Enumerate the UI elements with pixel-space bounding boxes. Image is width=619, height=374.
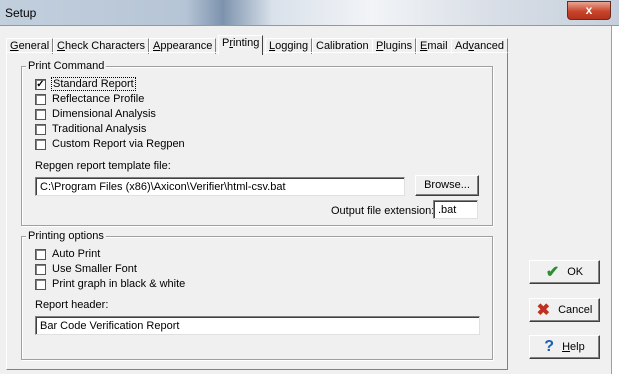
window-edge xyxy=(612,26,619,374)
x-icon: ✖ xyxy=(536,302,551,319)
browse-button[interactable]: Browse... xyxy=(415,175,479,196)
dimensional-analysis-label: Dimensional Analysis xyxy=(52,108,156,120)
cancel-button[interactable]: ✖ Cancel xyxy=(529,298,600,322)
print-command-group: Print Command ✓ Standard Report Reflecta… xyxy=(21,60,493,226)
smaller-font-checkbox[interactable] xyxy=(35,263,46,275)
ok-button[interactable]: ✔ OK xyxy=(529,260,600,284)
auto-print-label: Auto Print xyxy=(52,248,101,260)
window-title: Setup xyxy=(5,6,37,20)
report-header-input[interactable]: Bar Code Verification Report xyxy=(35,316,480,335)
standard-report-label: Standard Report xyxy=(51,77,136,91)
smaller-font-option[interactable]: Use Smaller Font xyxy=(35,262,137,276)
print-command-label: Print Command xyxy=(26,60,107,72)
tab-printing[interactable]: Printing xyxy=(218,35,264,55)
auto-print-option[interactable]: Auto Print xyxy=(35,247,100,261)
dimensional-analysis-checkbox[interactable] xyxy=(35,108,46,120)
reflectance-profile-option[interactable]: Reflectance Profile xyxy=(35,92,144,106)
auto-print-checkbox[interactable] xyxy=(35,248,46,260)
traditional-analysis-checkbox[interactable] xyxy=(35,123,46,135)
close-icon: x xyxy=(585,3,593,17)
help-label: Help xyxy=(562,341,585,353)
extension-label: Output file extension: xyxy=(331,205,435,217)
standard-report-checkbox[interactable]: ✓ xyxy=(35,78,46,90)
custom-report-option[interactable]: Custom Report via Regpen xyxy=(35,137,185,151)
reflectance-profile-checkbox[interactable] xyxy=(35,93,46,105)
template-file-label: Repgen report template file: xyxy=(35,160,171,172)
traditional-analysis-option[interactable]: Traditional Analysis xyxy=(35,122,146,136)
printing-options-label: Printing options xyxy=(26,230,106,242)
black-white-option[interactable]: Print graph in black & white xyxy=(35,277,185,291)
ok-label: OK xyxy=(567,266,584,278)
extension-input[interactable]: .bat xyxy=(433,200,478,219)
black-white-label: Print graph in black & white xyxy=(52,278,186,290)
setup-dialog: General Check Characters Appearance Prin… xyxy=(0,26,612,374)
traditional-analysis-label: Traditional Analysis xyxy=(52,123,147,135)
dimensional-analysis-option[interactable]: Dimensional Analysis xyxy=(35,107,156,121)
close-button[interactable]: x xyxy=(567,1,611,20)
printing-panel: Print Command ✓ Standard Report Reflecta… xyxy=(6,52,508,370)
question-icon: ? xyxy=(544,338,555,355)
black-white-checkbox[interactable] xyxy=(35,278,46,290)
reflectance-profile-label: Reflectance Profile xyxy=(52,93,145,105)
template-file-input[interactable]: C:\Program Files (x86)\Axicon\Verifier\h… xyxy=(35,177,405,196)
printing-options-group: Printing options Auto Print Use Smaller … xyxy=(21,230,493,360)
custom-report-label: Custom Report via Regpen xyxy=(52,138,185,150)
cancel-label: Cancel xyxy=(558,304,593,316)
standard-report-option[interactable]: ✓ Standard Report xyxy=(35,77,136,91)
checkmark-icon: ✔ xyxy=(545,264,560,281)
title-bar: Setup x xyxy=(0,0,619,26)
help-button[interactable]: ? Help xyxy=(529,335,600,359)
custom-report-checkbox[interactable] xyxy=(35,138,46,150)
smaller-font-label: Use Smaller Font xyxy=(52,263,137,275)
report-header-label: Report header: xyxy=(35,299,109,311)
